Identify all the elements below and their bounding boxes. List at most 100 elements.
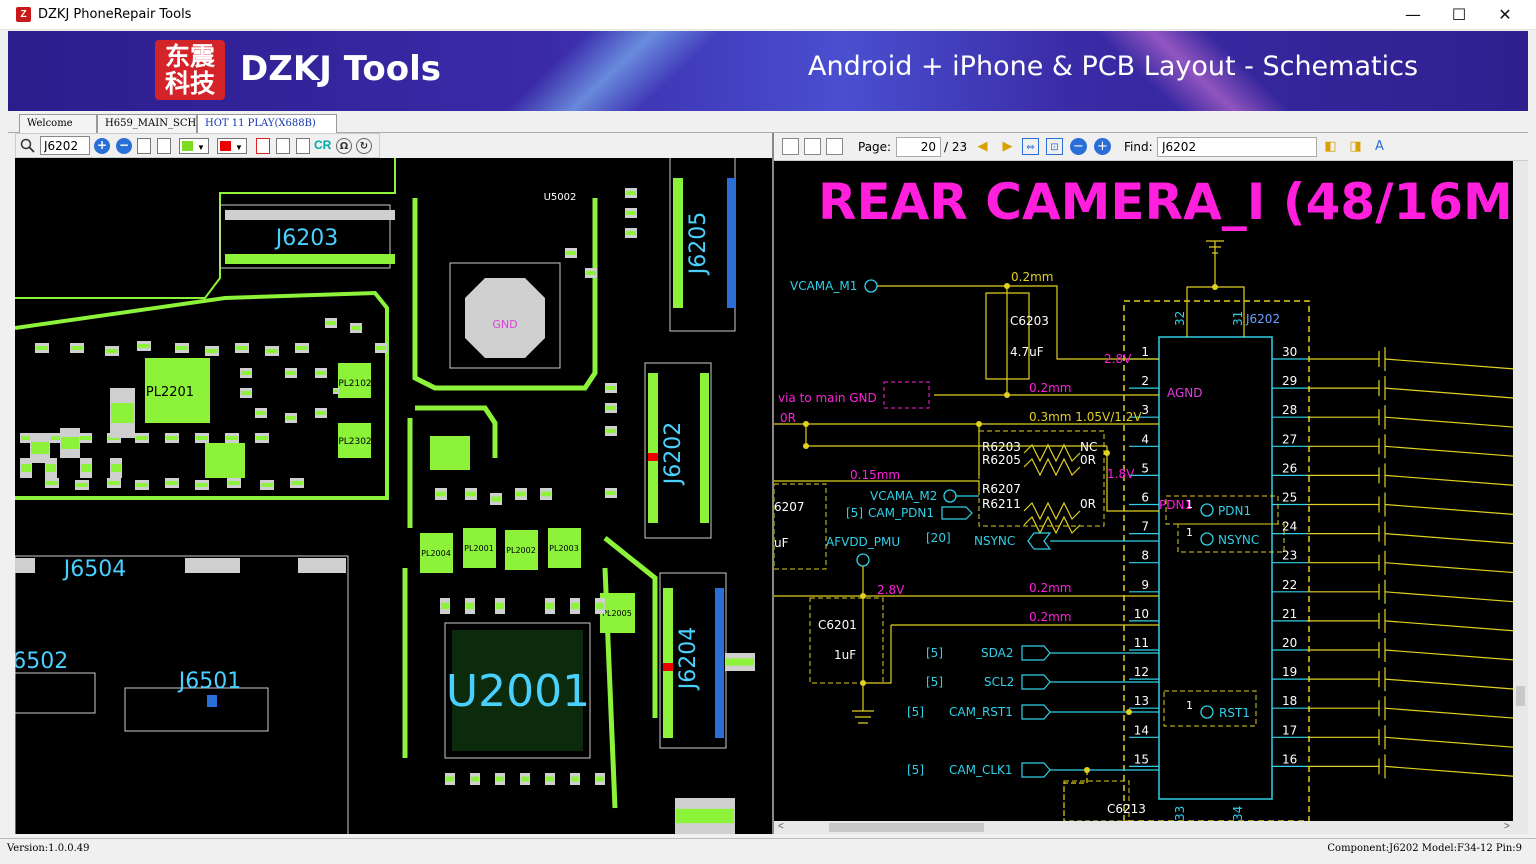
zoom-in-icon[interactable]: + [1094, 138, 1111, 155]
cr-toggle-button[interactable]: CR [314, 138, 331, 152]
net-cam-rst1[interactable]: CAM_RST1 [949, 705, 1013, 719]
connector-pad-column [648, 373, 658, 523]
smd-body [571, 776, 579, 782]
tab-h659-main-sch[interactable]: H659_MAIN_SCH [97, 114, 197, 133]
smd-body [256, 436, 268, 440]
find-prev-icon[interactable]: ◧ [1322, 138, 1339, 155]
smd-body [176, 346, 188, 350]
zoom-in-icon[interactable]: + [94, 138, 110, 154]
pin-one-note: 1 [1186, 498, 1193, 511]
next-page-icon[interactable]: ▶ [999, 138, 1016, 155]
pcb-toolbar: + − ▼ ▼ CR Ω ↻ [15, 133, 380, 158]
r6207-refdes: R6207 [982, 482, 1021, 496]
u2001-label[interactable]: U2001 [446, 666, 590, 717]
j6504-label[interactable]: J6504 [62, 557, 126, 582]
smd-body [226, 436, 238, 440]
pin-number: 7 [1141, 520, 1149, 534]
net-cam-clk1[interactable]: CAM_CLK1 [949, 763, 1013, 777]
pl2001-label: PL2001 [464, 544, 494, 553]
highlight-color-picker[interactable]: ▼ [217, 138, 247, 154]
smd-body [241, 371, 251, 375]
schematic-canvas[interactable]: REAR CAMERA_I (48/16M J6202 AGND 32 31 3… [774, 161, 1515, 821]
pcb-layout-view[interactable]: J6203 J6205 J6202 J6204 GND U5002 PL2201… [15, 158, 772, 834]
j6204-label[interactable]: J6204 [676, 627, 701, 691]
j6501-label[interactable]: J6501 [177, 669, 241, 694]
agnd-label: AGND [1167, 386, 1203, 400]
minimize-button[interactable]: — [1390, 0, 1436, 30]
zoom-out-icon[interactable]: − [116, 138, 132, 154]
tab-hot-11-play[interactable]: HOT 11 PLAY(X688B)x [197, 114, 337, 148]
highlighted-pin [663, 663, 673, 671]
vertical-scrollbar[interactable] [1513, 161, 1528, 821]
layer-icon[interactable] [276, 138, 290, 154]
smd-body [546, 602, 554, 610]
net-sda2[interactable]: SDA2 [981, 646, 1014, 660]
copy-icon[interactable] [137, 138, 151, 154]
rotate-icon[interactable]: ↻ [356, 138, 372, 154]
smd-body [136, 436, 148, 440]
scroll-right-icon[interactable]: > [1504, 821, 1510, 832]
smd-body [111, 464, 121, 472]
nc-note: NC [1080, 440, 1097, 454]
flip-icon[interactable] [256, 138, 270, 154]
smd-body [76, 483, 88, 487]
layer-color-picker[interactable]: ▼ [179, 138, 209, 154]
smd-body [726, 658, 754, 666]
smd-body [626, 211, 636, 215]
junction [976, 421, 982, 427]
j6202-label[interactable]: J6202 [661, 422, 686, 486]
ohm-icon[interactable]: Ω [336, 138, 352, 154]
horizontal-scrollbar[interactable]: < > [774, 821, 1528, 834]
j6205-label[interactable]: J6205 [686, 212, 711, 276]
fit-page-icon[interactable]: ⊡ [1046, 138, 1063, 155]
schematic-view[interactable]: Page: / 23 ◀ ▶ ⇔ ⊡ − + Find: ◧ ◨ A REAR … [772, 133, 1528, 834]
net-vcama-m1[interactable]: VCAMA_M1 [790, 279, 857, 293]
width-note: 0.3mm 1.05V/1.2V [1029, 410, 1142, 424]
net-scl2[interactable]: SCL2 [984, 675, 1014, 689]
tab-label: H659_MAIN_SCH [105, 118, 197, 129]
pin-number: 10 [1134, 607, 1149, 621]
vertical-scroll-thumb[interactable] [1516, 686, 1525, 706]
zoom-out-icon[interactable]: − [1070, 138, 1087, 155]
pl2201-label[interactable]: PL2201 [146, 385, 194, 400]
fit-width-icon[interactable]: ⇔ [1022, 138, 1039, 155]
open-file-icon[interactable] [782, 138, 799, 155]
list-icon[interactable] [296, 138, 310, 154]
page-number-input[interactable] [896, 137, 941, 157]
find-next-icon[interactable]: ◨ [1347, 138, 1364, 155]
smd-body [108, 481, 120, 485]
u5002-label: U5002 [544, 192, 577, 203]
scroll-left-icon[interactable]: < [778, 821, 784, 832]
copy-page-icon[interactable] [804, 138, 821, 155]
smd-body [491, 496, 501, 502]
horizontal-scroll-thumb[interactable] [829, 823, 984, 832]
close-button[interactable]: ✕ [1482, 0, 1528, 30]
find-options-icon[interactable]: A [1371, 138, 1388, 155]
pin-number: 5 [1141, 461, 1149, 475]
paste-icon[interactable] [157, 138, 171, 154]
connector-pad-column [715, 588, 724, 738]
nsync-right-label: NSYNC [1218, 533, 1259, 547]
header-banner: 东震 科技 DZKJ Tools Android + iPhone & PCB … [8, 31, 1528, 111]
net-afvdd-pmu[interactable]: AFVDD_PMU [826, 535, 900, 549]
j6502-label[interactable]: J6502 [15, 649, 68, 674]
cpu-gnd-label: GND [492, 318, 517, 331]
smd-body [436, 491, 446, 497]
smd-body [626, 191, 636, 195]
search-icon[interactable] [20, 138, 36, 154]
pin-number: 12 [1134, 665, 1149, 679]
prev-page-icon[interactable]: ◀ [974, 138, 991, 155]
export-icon[interactable] [826, 138, 843, 155]
net-cam-pdn1[interactable]: CAM_PDN1 [868, 506, 934, 520]
connector-pad [15, 558, 35, 573]
j6203-label[interactable]: J6203 [274, 226, 338, 251]
app-window: Z DZKJ PhoneRepair Tools — ☐ ✕ 东震 科技 DZK… [0, 0, 1536, 864]
junction [1104, 450, 1110, 456]
maximize-button[interactable]: ☐ [1436, 0, 1482, 30]
net-vcama-m2[interactable]: VCAMA_M2 [870, 489, 937, 503]
tab-welcome[interactable]: Welcome [19, 114, 97, 133]
pcb-search-input[interactable] [40, 136, 90, 155]
find-input[interactable] [1157, 137, 1317, 157]
net-nsync[interactable]: NSYNC [974, 534, 1015, 548]
pcb-board-canvas[interactable]: J6203 J6205 J6202 J6204 GND U5002 PL2201… [15, 158, 772, 834]
